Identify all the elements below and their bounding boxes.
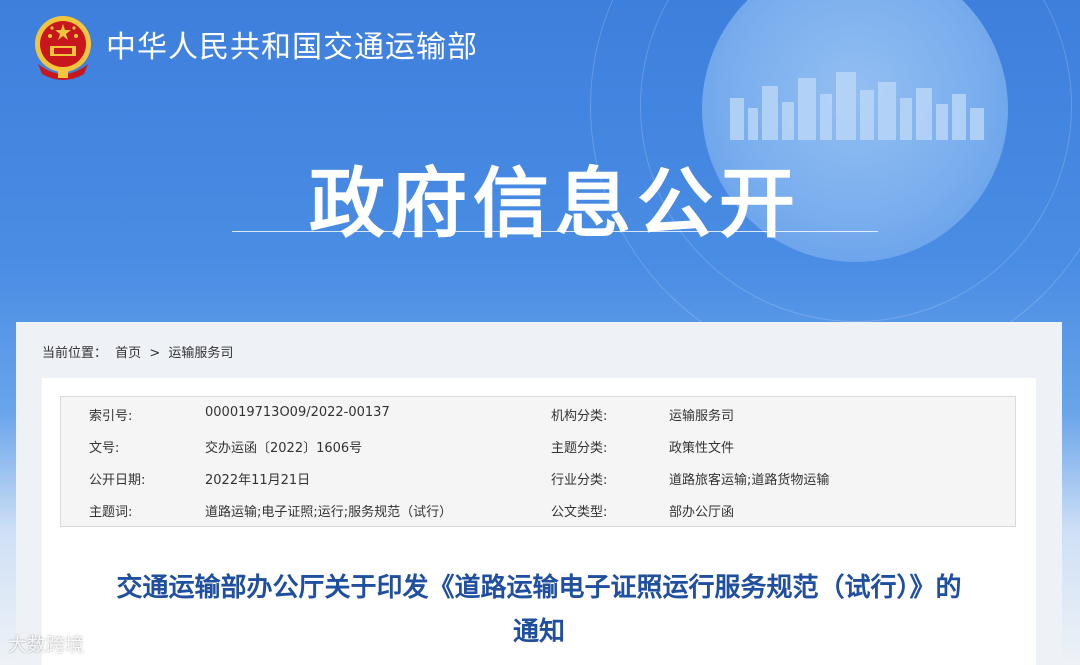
metadata-label: 主题词: <box>89 505 133 520</box>
metadata-label: 公开日期: <box>89 473 146 488</box>
metadata-row: 公开日期: 2022年11月21日 行业分类: 道路旅客运输;道路货物运输 <box>61 461 1017 493</box>
breadcrumb-label: 当前位置： <box>42 346 108 361</box>
metadata-value: 部办公厅函 <box>669 505 735 520</box>
metadata-value: 道路运输;电子证照;运行;服务规范（试行） <box>205 505 453 520</box>
breadcrumb: 当前位置： 首页 > 运输服务司 <box>42 342 237 361</box>
document-title-line: 交通运输部办公厅关于印发《道路运输电子证照运行服务规范（试行）》的 <box>116 573 962 603</box>
metadata-row: 索引号: 000019713O09/2022-00137 机构分类: 运输服务司 <box>61 397 1017 429</box>
watermark-text: 大数跨境 <box>8 634 85 656</box>
breadcrumb-separator: > <box>149 346 161 361</box>
metadata-value: 道路旅客运输;道路货物运输 <box>669 473 830 488</box>
metadata-label: 公文类型: <box>551 505 608 520</box>
title-divider <box>232 231 878 232</box>
metadata-row: 主题词: 道路运输;电子证照;运行;服务规范（试行） 公文类型: 部办公厅函 <box>61 493 1017 525</box>
metadata-value: 交办运函〔2022〕1606号 <box>205 441 363 456</box>
metadata-value: 运输服务司 <box>669 409 735 424</box>
document-title-line: 通知 <box>512 617 565 647</box>
metadata-label: 机构分类: <box>551 409 608 424</box>
document-title: 交通运输部办公厅关于印发《道路运输电子证照运行服务规范（试行）》的 通知 <box>62 566 1016 654</box>
national-emblem-icon <box>35 16 91 80</box>
breadcrumb-home-link[interactable]: 首页 <box>115 346 141 361</box>
metadata-value: 000019713O09/2022-00137 <box>205 405 390 420</box>
document-metadata-table: 索引号: 000019713O09/2022-00137 机构分类: 运输服务司… <box>60 396 1016 527</box>
content-panel: 当前位置： 首页 > 运输服务司 索引号: 000019713O09/2022-… <box>16 322 1062 665</box>
page-banner-title: 政府信息公开 <box>309 159 801 248</box>
breadcrumb-current-link[interactable]: 运输服务司 <box>168 346 233 361</box>
metadata-value: 政策性文件 <box>669 441 735 456</box>
city-skyline-icon <box>730 72 984 140</box>
metadata-value: 2022年11月21日 <box>205 473 311 488</box>
ministry-name: 中华人民共和国交通运输部 <box>106 30 478 65</box>
article-card: 索引号: 000019713O09/2022-00137 机构分类: 运输服务司… <box>42 378 1036 665</box>
metadata-row: 文号: 交办运函〔2022〕1606号 主题分类: 政策性文件 <box>61 429 1017 461</box>
metadata-label: 主题分类: <box>551 441 608 456</box>
metadata-label: 文号: <box>89 441 120 456</box>
metadata-label: 索引号: <box>89 409 133 424</box>
metadata-label: 行业分类: <box>551 473 608 488</box>
